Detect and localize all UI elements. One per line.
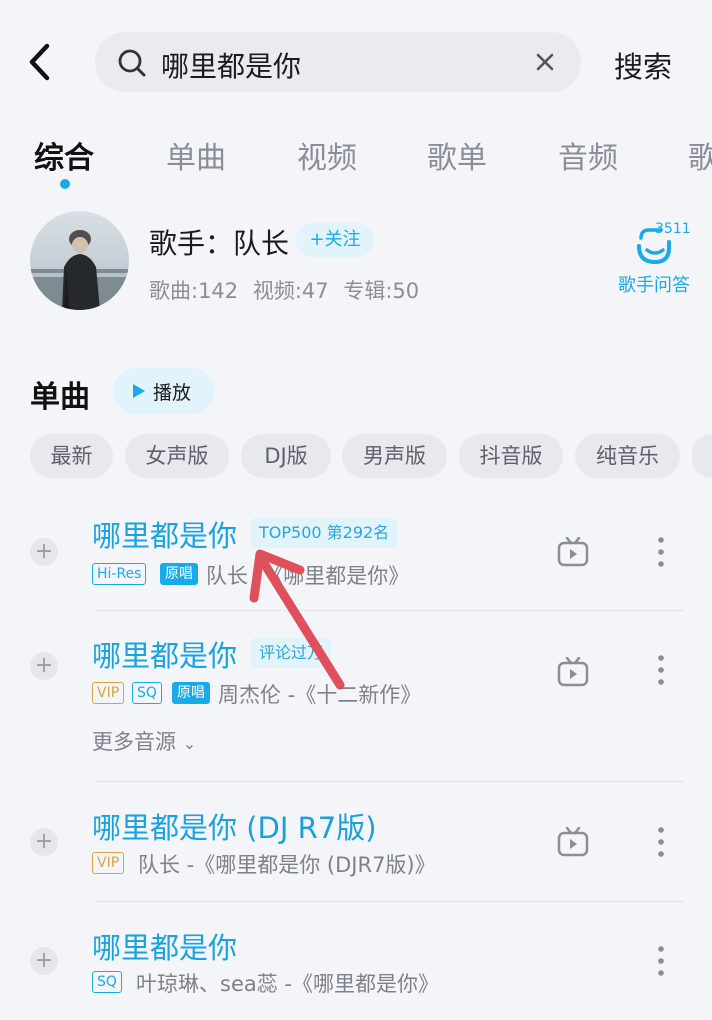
singer-name[interactable]: 歌手：队长 [149,222,289,262]
search-button[interactable]: 搜索 [614,44,672,86]
add-to-playlist-button[interactable]: + [30,652,58,680]
original-tag: 原唱 [172,682,210,704]
qa-label[interactable]: 歌手问答 [618,271,690,297]
filter-chip-instrumental[interactable]: 纯音乐 [575,434,680,478]
active-tab-indicator [60,179,70,189]
comments-badge: 评论过万 [251,638,332,668]
vip-tag: VIP [92,682,125,704]
more-options-icon[interactable] [657,536,665,568]
close-icon[interactable] [531,48,559,76]
follow-button[interactable]: +关注 [296,223,374,257]
tab-singles[interactable]: 单曲 [166,133,226,177]
filter-chip-male[interactable]: 男声版 [342,434,447,478]
singer-stats: 歌曲:142 视频:47 专辑:50 [149,275,427,305]
chevron-down-icon: ⌄ [182,734,197,753]
filter-chip-latest[interactable]: 最新 [30,434,113,478]
play-label: 播放 [153,382,192,404]
mv-icon[interactable] [557,537,589,567]
tab-more[interactable]: 歌 [688,133,712,177]
chevron-left-icon [29,43,50,81]
original-tag: 原唱 [160,563,198,585]
more-options-icon[interactable] [657,654,665,686]
tab-playlists[interactable]: 歌单 [427,133,487,177]
singer-avatar[interactable] [30,211,129,310]
filter-chip-dj[interactable]: DJ版 [241,434,331,478]
song-title-version: (DJ R7版) [237,811,377,845]
search-box[interactable]: 哪里都是你 [95,32,581,92]
row-divider [94,781,684,782]
back-button[interactable] [22,40,62,84]
more-options-icon[interactable] [657,826,665,858]
row-divider [94,610,684,611]
tab-videos[interactable]: 视频 [297,133,357,177]
play-icon [133,384,145,398]
sq-tag: SQ [92,971,122,993]
song-artist-album: 周杰伦 -《十二新作》 [218,683,422,707]
tab-audio[interactable]: 音频 [558,133,618,177]
filter-chip-female[interactable]: 女声版 [125,434,229,478]
stat-videos: 视频:47 [252,279,329,303]
add-to-playlist-button[interactable]: + [30,828,58,856]
rank-badge: TOP500 第292名 [251,518,398,548]
song-artist-album: 队长 -《哪里都是你》 [206,564,410,588]
song-title[interactable]: 哪里都是你 (DJ R7版) [92,805,377,847]
avatar-image [30,230,129,310]
qa-count: 3511 [655,221,691,237]
more-sources-toggle[interactable]: 更多音源 ⌄ [92,726,196,756]
hi-res-tag: Hi-Res [92,563,147,585]
play-all-button[interactable]: 播放 [113,368,214,414]
mv-icon[interactable] [557,657,589,687]
song-artist-album: 叶琼琳、sea蕊 -《哪里都是你》 [136,972,439,996]
song-title[interactable]: 哪里都是你 [92,925,237,967]
add-to-playlist-button[interactable]: + [30,538,58,566]
add-to-playlist-button[interactable]: + [30,947,58,975]
search-icon [118,49,146,77]
vip-tag: VIP [92,852,125,874]
stat-albums: 专辑:50 [343,279,420,303]
filter-chip-douyin[interactable]: 抖音版 [459,434,563,478]
tab-all[interactable]: 综合 [34,133,94,177]
song-title-main: 哪里都是你 [92,811,238,845]
more-sources-label: 更多音源 [92,730,176,754]
row-divider [94,901,684,902]
sq-tag: SQ [132,682,162,704]
section-title-singles: 单曲 [30,380,90,415]
mv-icon[interactable] [557,827,589,857]
song-artist-album: 队长 -《哪里都是你 (DJR7版)》 [138,853,436,877]
search-input[interactable]: 哪里都是你 [161,45,301,85]
stat-songs: 歌曲:142 [149,279,239,303]
song-title[interactable]: 哪里都是你 [92,633,237,675]
more-options-icon[interactable] [657,945,665,977]
filter-chip-overflow[interactable] [692,434,712,478]
song-title[interactable]: 哪里都是你 [92,513,237,555]
